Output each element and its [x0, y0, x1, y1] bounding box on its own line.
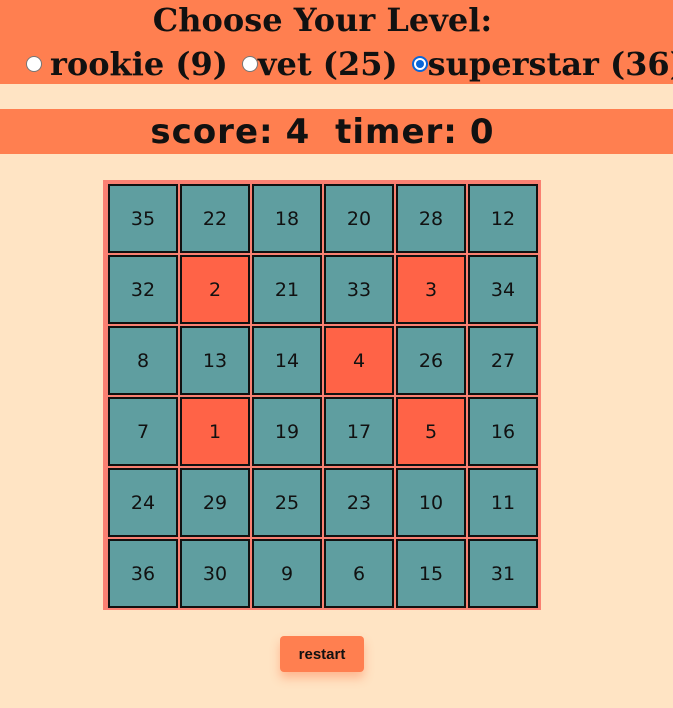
board-tile[interactable]: 15: [396, 539, 466, 608]
board-tile[interactable]: 3: [396, 255, 466, 324]
superstar-label: superstar (36): [427, 45, 673, 83]
board-tile[interactable]: 29: [180, 468, 250, 537]
board-tile[interactable]: 33: [324, 255, 394, 324]
board-tile[interactable]: 16: [468, 397, 538, 466]
rookie-label: rookie (9): [50, 45, 228, 83]
board-tile[interactable]: 32: [108, 255, 178, 324]
board-tile[interactable]: 4: [324, 326, 394, 395]
vet-radio[interactable]: [241, 56, 258, 72]
timer-label: timer:: [335, 111, 458, 152]
board-tile[interactable]: 9: [252, 539, 322, 608]
board-tile[interactable]: 1: [180, 397, 250, 466]
board-tile[interactable]: 28: [396, 184, 466, 253]
board-tile[interactable]: 11: [468, 468, 538, 537]
score-label: score:: [150, 111, 274, 152]
timer-value: 0: [469, 111, 495, 152]
superstar-radio[interactable]: [411, 56, 428, 72]
board-tile[interactable]: 22: [180, 184, 250, 253]
board-tile[interactable]: 17: [324, 397, 394, 466]
level-options: rookie (9) vet (25) superstar (36): [24, 44, 673, 84]
board-tile[interactable]: 10: [396, 468, 466, 537]
restart-button[interactable]: restart: [280, 636, 364, 672]
level-option-vet[interactable]: vet (25): [240, 45, 398, 83]
board-tile[interactable]: 5: [396, 397, 466, 466]
board-tile[interactable]: 8: [108, 326, 178, 395]
board-tile[interactable]: 6: [324, 539, 394, 608]
board-tile[interactable]: 13: [180, 326, 250, 395]
level-selector-panel: Choose Your Level: rookie (9) vet (25) s…: [0, 0, 673, 84]
score-bar: score: 4 timer: 0: [0, 109, 673, 154]
board-tile[interactable]: 21: [252, 255, 322, 324]
board-tile[interactable]: 18: [252, 184, 322, 253]
level-title: Choose Your Level:: [152, 1, 493, 39]
board-tile[interactable]: 36: [108, 539, 178, 608]
board-tile[interactable]: 19: [252, 397, 322, 466]
score-value: 4: [285, 111, 311, 152]
board-tile[interactable]: 2: [180, 255, 250, 324]
level-option-superstar[interactable]: superstar (36): [410, 45, 673, 83]
board-tile[interactable]: 20: [324, 184, 394, 253]
game-board: 35 22 18 20 28 12 32 2 21 33 3 34 8 13 14 4 26 27 7 1 19 17 5 1…: [103, 180, 541, 610]
board-tile[interactable]: 24: [108, 468, 178, 537]
board-tile[interactable]: 27: [468, 326, 538, 395]
board-tile[interactable]: 7: [108, 397, 178, 466]
score-timer-display: score: 4 timer: 0: [144, 112, 500, 152]
board-tile[interactable]: 34: [468, 255, 538, 324]
board-tile[interactable]: 30: [180, 539, 250, 608]
level-option-rookie[interactable]: rookie (9): [24, 45, 228, 83]
vet-label: vet (25): [257, 45, 398, 83]
board-tile[interactable]: 35: [108, 184, 178, 253]
rookie-radio[interactable]: [26, 56, 42, 72]
board-tile[interactable]: 25: [252, 468, 322, 537]
board-tile[interactable]: 31: [468, 539, 538, 608]
board-tile[interactable]: 26: [396, 326, 466, 395]
board-tile[interactable]: 14: [252, 326, 322, 395]
board-tile[interactable]: 12: [468, 184, 538, 253]
board-tile[interactable]: 23: [324, 468, 394, 537]
